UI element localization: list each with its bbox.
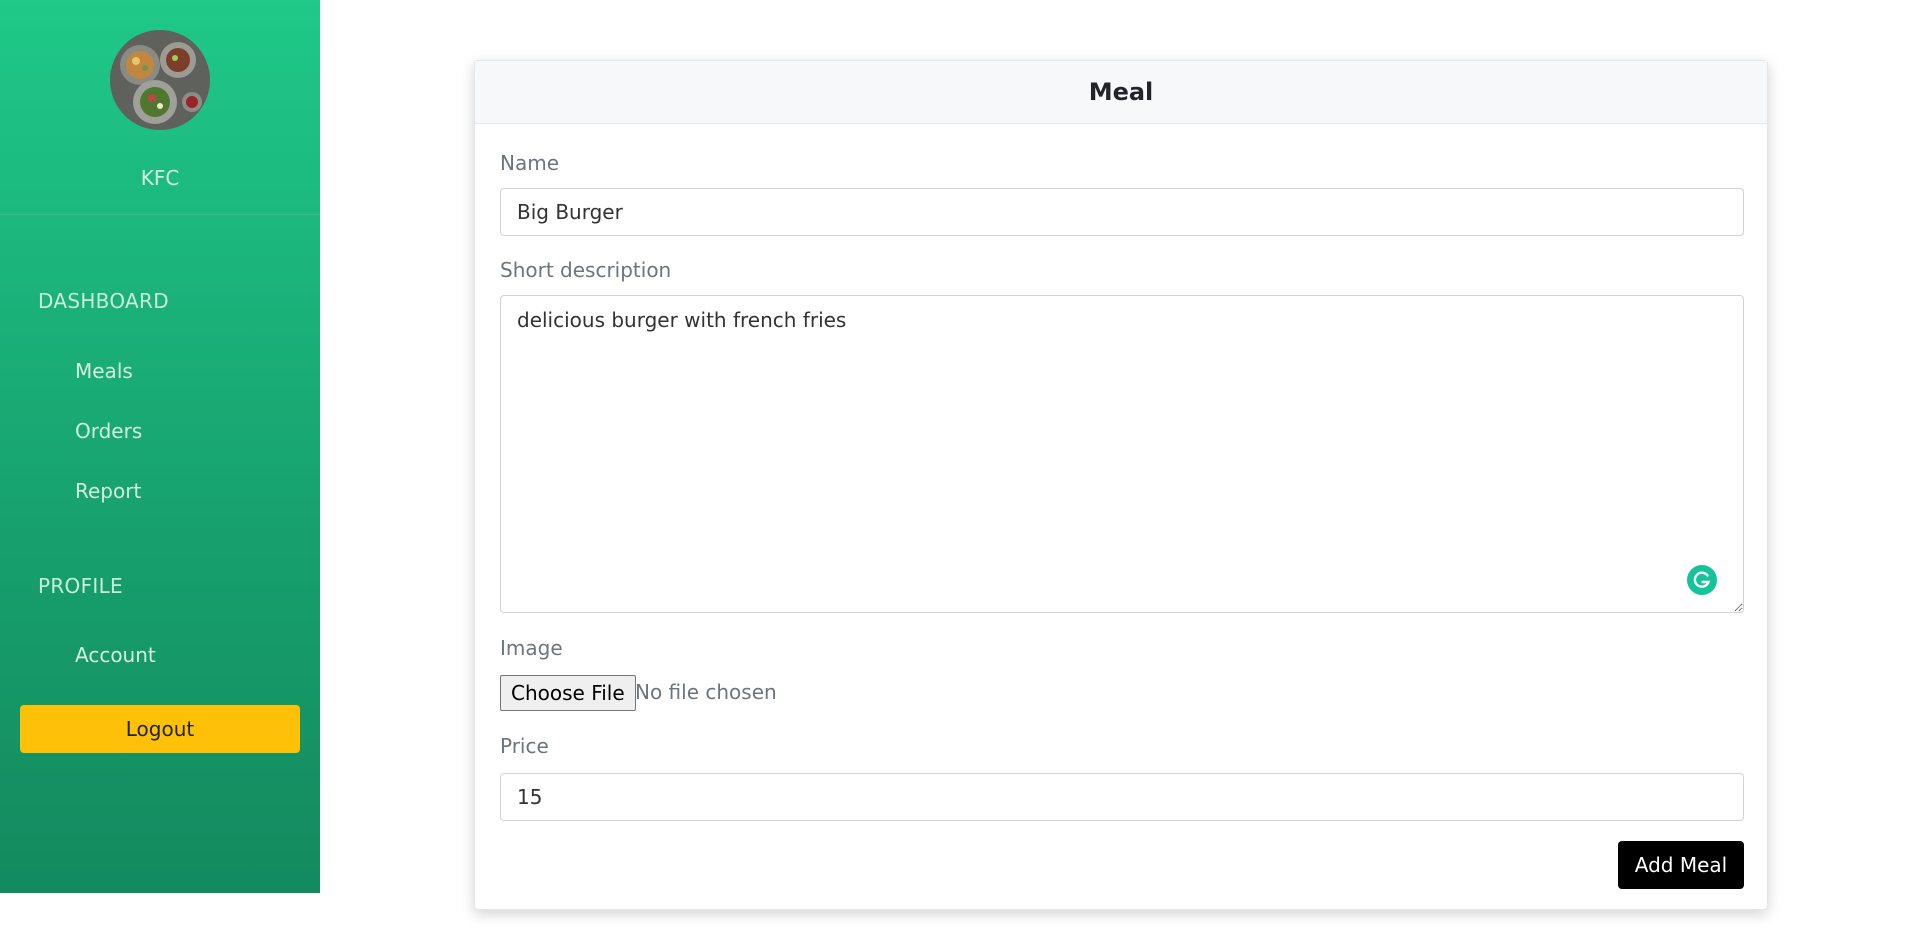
name-label: Name xyxy=(500,151,560,175)
avatar xyxy=(110,30,210,130)
file-status-text: No file chosen xyxy=(635,680,777,704)
grammarly-icon[interactable] xyxy=(1687,565,1717,595)
meal-form-card: Meal Name Short description delicious bu… xyxy=(474,60,1768,910)
price-input[interactable] xyxy=(500,773,1744,821)
sidebar-header: KFC xyxy=(0,0,320,215)
price-label: Price xyxy=(500,734,549,758)
sidebar: KFC DASHBOARD Meals Orders Report PROFIL… xyxy=(0,0,320,893)
logout-button[interactable]: Logout xyxy=(20,705,300,753)
name-input[interactable] xyxy=(500,188,1744,236)
sidebar-item-orders[interactable]: Orders xyxy=(75,419,142,443)
sidebar-item-meals[interactable]: Meals xyxy=(75,359,133,383)
sidebar-item-account[interactable]: Account xyxy=(75,643,156,667)
restaurant-name: KFC xyxy=(140,166,180,190)
card-title: Meal xyxy=(475,61,1767,124)
add-meal-button[interactable]: Add Meal xyxy=(1618,841,1744,889)
description-textarea[interactable]: delicious burger with french fries xyxy=(500,295,1744,613)
sidebar-item-report[interactable]: Report xyxy=(75,479,141,503)
section-title-profile: PROFILE xyxy=(38,574,123,598)
description-label: Short description xyxy=(500,258,672,282)
choose-file-button[interactable]: Choose File xyxy=(500,675,636,711)
section-title-dashboard: DASHBOARD xyxy=(38,289,169,313)
image-label: Image xyxy=(500,636,563,660)
